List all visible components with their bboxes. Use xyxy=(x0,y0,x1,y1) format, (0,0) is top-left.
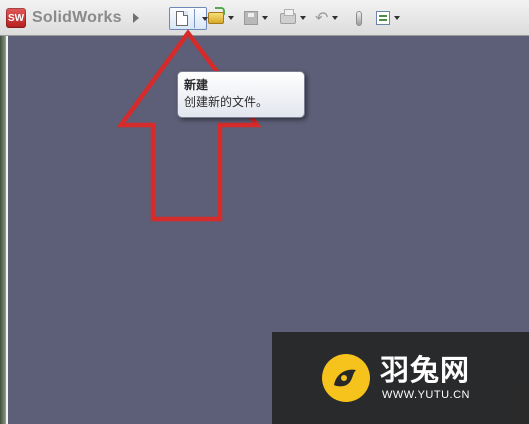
yutu-logo-icon xyxy=(322,354,370,402)
save-disk-icon xyxy=(244,11,258,25)
open-button[interactable] xyxy=(208,7,234,28)
open-folder-icon xyxy=(208,7,225,24)
window-left-frame xyxy=(0,36,8,424)
solidworks-logo-icon: SW xyxy=(6,8,26,28)
print-dropdown-caret-icon[interactable] xyxy=(300,16,306,20)
rebuild-icon xyxy=(356,10,362,26)
watermark-name: 羽兔网 xyxy=(380,355,471,387)
main-toolbar: SW SolidWorks ↶ xyxy=(0,0,529,36)
print-icon xyxy=(280,8,296,24)
open-dropdown-caret-icon[interactable] xyxy=(228,16,234,20)
options-icon xyxy=(376,11,390,25)
undo-icon: ↶ xyxy=(315,8,329,27)
new-document-icon xyxy=(176,11,188,26)
menu-expand-arrow-icon[interactable] xyxy=(133,13,139,23)
solidworks-logo-text: SolidWorks xyxy=(32,9,122,26)
print-button[interactable] xyxy=(280,8,306,28)
watermark-url: WWW.YUTU.CN xyxy=(382,389,470,401)
new-tooltip: 新建 创建新的文件。 xyxy=(177,71,305,118)
solidworks-logo[interactable]: SW SolidWorks xyxy=(6,7,122,29)
save-button[interactable] xyxy=(244,8,268,28)
tooltip-title: 新建 xyxy=(184,78,209,92)
tooltip-description: 创建新的文件。 xyxy=(184,95,269,109)
undo-dropdown-caret-icon[interactable] xyxy=(332,16,339,20)
save-dropdown-caret-icon[interactable] xyxy=(262,16,268,20)
options-button[interactable] xyxy=(376,8,400,28)
split-divider xyxy=(194,9,195,28)
rebuild-button[interactable] xyxy=(356,8,362,28)
options-dropdown-caret-icon[interactable] xyxy=(394,16,400,20)
new-document-button[interactable] xyxy=(169,7,208,30)
watermark: 羽兔网 WWW.YUTU.CN xyxy=(272,332,529,424)
undo-button[interactable]: ↶ xyxy=(315,8,339,28)
